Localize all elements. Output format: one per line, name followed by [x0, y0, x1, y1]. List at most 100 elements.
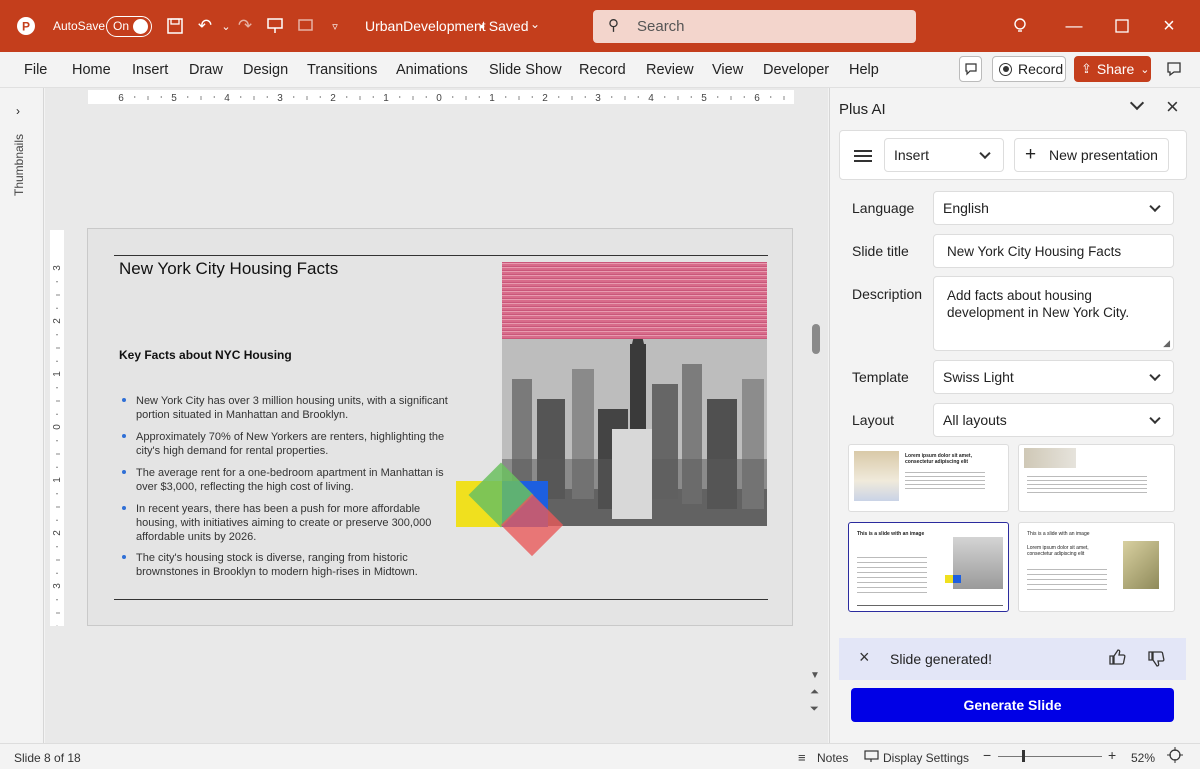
tab-record[interactable]: Record — [579, 62, 626, 78]
layout-dropdown[interactable]: All layouts — [933, 403, 1174, 437]
save-icon[interactable] — [163, 14, 187, 38]
tab-design[interactable]: Design — [243, 62, 288, 78]
slide-bullet[interactable]: In recent years, there has been a push f… — [122, 502, 456, 544]
generate-slide-button[interactable]: Generate Slide — [851, 688, 1174, 722]
ruler-tick-label: 3 — [595, 93, 601, 104]
tab-transitions[interactable]: Transitions — [307, 62, 377, 78]
description-value: Add facts about housing development in N… — [947, 288, 1130, 320]
present-icon[interactable] — [263, 14, 287, 38]
tab-view[interactable]: View — [712, 62, 743, 78]
mode-dropdown[interactable]: Insert — [884, 138, 1004, 172]
tab-help[interactable]: Help — [849, 62, 879, 78]
thumbnails-label[interactable]: Thumbnails — [12, 134, 26, 196]
ruler-tick — [346, 96, 348, 98]
pane-title: Plus AI — [839, 101, 886, 118]
powerpoint-logo-icon[interactable]: P — [14, 14, 38, 38]
maximize-icon[interactable] — [1110, 14, 1134, 38]
notes-icon: ≡ — [798, 750, 806, 765]
slide-title-input[interactable]: New York City Housing Facts — [933, 234, 1174, 268]
share-button[interactable]: ⇪ Share ⌄ — [1074, 56, 1151, 82]
thumbs-down-icon[interactable] — [1147, 650, 1165, 671]
ruler-tick — [730, 96, 732, 100]
tab-developer[interactable]: Developer — [763, 62, 829, 78]
slide-bullet[interactable]: Approximately 70% of New Yorkers are ren… — [122, 430, 456, 458]
slideshow-from-current-icon[interactable] — [294, 14, 318, 38]
ruler-tick — [56, 440, 58, 442]
language-label: Language — [852, 200, 915, 216]
redo-icon[interactable]: ↷ — [233, 14, 257, 38]
description-textarea[interactable]: Add facts about housing development in N… — [933, 276, 1174, 351]
slide-subtitle[interactable]: Key Facts about NYC Housing — [119, 348, 292, 362]
ruler-tick-label: 2 — [52, 530, 63, 536]
layout-card[interactable] — [1018, 444, 1175, 512]
ruler-tick — [56, 360, 58, 362]
slide-title[interactable]: New York City Housing Facts — [119, 259, 338, 279]
fit-to-window-icon[interactable] — [1167, 747, 1183, 766]
close-icon[interactable]: × — [1157, 14, 1181, 38]
next-slide-icon[interactable]: ⏷ — [810, 703, 819, 716]
language-dropdown[interactable]: English — [933, 191, 1174, 225]
zoom-slider[interactable] — [998, 756, 1102, 757]
description-label: Description — [852, 286, 923, 302]
ruler-tick-label: 2 — [542, 93, 548, 104]
layout-card[interactable]: Lorem ipsum dolor sit amet, consectetur … — [848, 444, 1009, 512]
plus-ai-pane: Plus AI × Insert + New presentation Lang… — [829, 88, 1200, 743]
zoom-in-icon[interactable]: + — [1108, 747, 1116, 763]
tab-home[interactable]: Home — [72, 62, 111, 78]
pane-options-chevron-icon[interactable] — [1129, 95, 1145, 111]
ruler-tick-label: 0 — [436, 93, 442, 104]
tab-insert[interactable]: Insert — [132, 62, 168, 78]
pane-close-icon[interactable]: × — [1166, 94, 1179, 120]
slide-counter: Slide 8 of 18 — [14, 751, 81, 765]
resize-handle-icon[interactable]: ◢ — [1163, 338, 1170, 349]
plus-icon: + — [1025, 144, 1037, 165]
scroll-down-icon[interactable]: ▼ — [810, 670, 820, 681]
mode-value: Insert — [894, 147, 930, 163]
customize-toolbar-icon[interactable]: ▿ — [323, 14, 347, 38]
search-box[interactable]: ⚲ Search — [593, 10, 916, 43]
feedback-icon[interactable] — [1165, 60, 1183, 81]
zoom-slider-thumb[interactable] — [1022, 750, 1025, 762]
previous-slide-icon[interactable]: ⏶ — [810, 686, 819, 699]
document-title[interactable]: UrbanDevelopment — [365, 18, 486, 34]
ruler-tick-label: 0 — [52, 424, 63, 430]
expand-thumbnails-icon[interactable]: › — [16, 104, 20, 118]
ruler-tick — [293, 96, 295, 98]
display-settings-button[interactable]: Display Settings — [883, 751, 969, 765]
slide-bullet[interactable]: New York City has over 3 million housing… — [122, 394, 456, 422]
slide-bullet[interactable]: The average rent for a one-bedroom apart… — [122, 466, 456, 494]
status-bar: Slide 8 of 18 ≡ Notes Display Settings −… — [0, 743, 1200, 769]
display-settings-icon — [864, 748, 880, 767]
zoom-level[interactable]: 52% — [1131, 751, 1155, 765]
slide-canvas[interactable]: New York City Housing Facts Key Facts ab… — [87, 228, 793, 626]
notes-button[interactable]: Notes — [817, 751, 848, 765]
layout-card-selected[interactable]: This is a slide with an image — [848, 522, 1009, 612]
template-dropdown[interactable]: Swiss Light — [933, 360, 1174, 394]
comments-button[interactable] — [959, 56, 982, 82]
ruler-tick — [56, 281, 58, 283]
layout-card-lines — [1027, 565, 1107, 593]
lightbulb-icon[interactable] — [1008, 14, 1032, 38]
title-dropdown-icon[interactable]: ⌄ — [530, 17, 540, 31]
hamburger-menu-icon[interactable] — [854, 150, 872, 162]
tab-file[interactable]: File — [24, 62, 47, 78]
template-value: Swiss Light — [943, 369, 1014, 385]
autosave-toggle[interactable]: On — [106, 16, 152, 37]
new-presentation-label: New presentation — [1049, 147, 1158, 163]
record-button[interactable]: Record — [992, 56, 1066, 82]
new-presentation-button[interactable]: + New presentation — [1014, 138, 1169, 172]
layout-card[interactable]: This is a slide with an image Lorem ipsu… — [1018, 522, 1175, 612]
layout-card-thumbnail — [1024, 448, 1076, 468]
slide-bullet[interactable]: The city's housing stock is diverse, ran… — [122, 551, 456, 579]
zoom-out-icon[interactable]: − — [983, 747, 991, 763]
tab-animations[interactable]: Animations — [396, 62, 468, 78]
tab-draw[interactable]: Draw — [189, 62, 223, 78]
thumbs-up-icon[interactable] — [1108, 648, 1126, 669]
tab-review[interactable]: Review — [646, 62, 694, 78]
vertical-scrollbar-thumb[interactable] — [812, 324, 820, 354]
minimize-icon[interactable]: — — [1062, 14, 1086, 38]
tab-slide-show[interactable]: Slide Show — [489, 62, 562, 78]
autosave-label: AutoSave — [53, 19, 106, 33]
layout-label: Layout — [852, 412, 895, 428]
toast-close-icon[interactable]: × — [859, 647, 870, 668]
